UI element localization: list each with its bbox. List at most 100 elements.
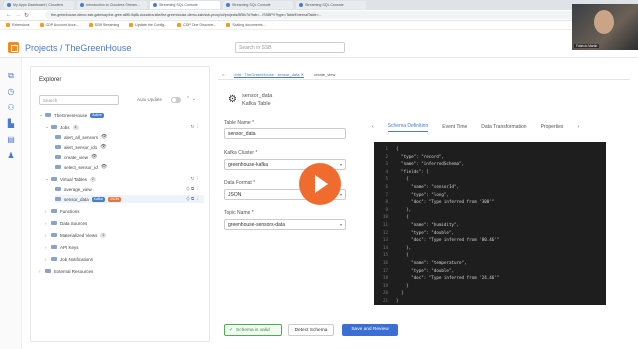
code-text: "fields": [ bbox=[396, 168, 429, 174]
chevron-right-icon: › bbox=[45, 208, 47, 214]
code-line: 12 "type": "double", bbox=[374, 230, 606, 238]
code-line: 14 }, bbox=[374, 245, 606, 253]
schema-code-editor[interactable]: 1{2 "type": "record", 3 "name": "inferred… bbox=[374, 142, 606, 305]
expand-collapse-arrows[interactable]: ⌃ ⌄ bbox=[186, 96, 196, 102]
code-line: 3 "name": "inferredSchema", bbox=[374, 161, 606, 169]
eye-icon[interactable]: 👁 bbox=[91, 154, 97, 160]
tree-node-job[interactable]: select_sensor_id 👁 bbox=[55, 163, 107, 171]
bookmark-item[interactable]: CDP One Discover... bbox=[177, 23, 216, 27]
chevron-down-icon: ▾ bbox=[339, 162, 342, 167]
explorer-search-input[interactable]: Search bbox=[39, 95, 119, 105]
video-play-button[interactable] bbox=[299, 163, 341, 205]
tree-node-table-selected[interactable]: sensor_data Kafka JSON ⟨⟩ ⧉ ⋮ bbox=[55, 195, 204, 203]
explorer-title: Explorer bbox=[39, 77, 62, 83]
code-line: 8 "doc": "Type inferred from '300'" bbox=[374, 199, 606, 207]
table-actions[interactable]: ⟨⟩ ⧉ ⋮ bbox=[186, 186, 200, 192]
favicon-icon bbox=[7, 3, 11, 7]
code-line: 19 } bbox=[374, 283, 606, 291]
editor-tab-strip: ⌂ edit · TheGreenHouse · sensor_data ✕ c… bbox=[218, 70, 630, 80]
bookmark-item[interactable]: Extensions bbox=[6, 23, 30, 27]
refresh-icon[interactable]: ↻ ⋮ bbox=[190, 124, 200, 130]
tree-node-functions[interactable]: › Functions bbox=[45, 207, 80, 215]
back-arrow-icon[interactable]: ← bbox=[6, 12, 12, 18]
topic-name-select[interactable]: greenhouse-sensors-data ▾ bbox=[224, 219, 346, 230]
browser-tab[interactable]: Streaming SQL Console bbox=[296, 1, 366, 9]
tree-node-job-notifications[interactable]: › Job Notifications bbox=[45, 255, 93, 263]
favicon-icon bbox=[299, 3, 303, 7]
tree-node-table[interactable]: average_view ⟨⟩ ⧉ ⋮ bbox=[55, 185, 204, 193]
folder-icon bbox=[45, 113, 51, 117]
webcam-overlay: Fabricio Martín bbox=[572, 4, 638, 50]
page-title[interactable]: Projects / TheGreenHouse bbox=[25, 43, 235, 53]
browser-tab[interactable]: My Apps Dashboard | Cloudera bbox=[4, 1, 74, 9]
tab-event-time[interactable]: Event Time bbox=[442, 124, 467, 130]
tree-node-data-sources[interactable]: › Data Sources bbox=[45, 219, 87, 227]
browser-tab[interactable]: Introduction to Cloudera Stream... bbox=[77, 1, 147, 9]
tree-node-jobs[interactable]: ⌄ Jobs 4 ↻ ⋮ bbox=[45, 123, 204, 131]
tab-properties[interactable]: Properties bbox=[541, 124, 564, 130]
save-and-review-button[interactable]: Save and Review bbox=[342, 324, 398, 336]
tab-data-transformation[interactable]: Data Transformation bbox=[481, 124, 526, 130]
tab-schema-definition[interactable]: Schema Definition bbox=[387, 123, 429, 132]
chevron-left-icon[interactable]: ‹ bbox=[372, 124, 374, 130]
tree-node-materialized-views[interactable]: › Materialized Views 2 bbox=[45, 231, 107, 239]
chevron-right-icon: › bbox=[45, 220, 47, 226]
explorer-icon[interactable]: ⧉ bbox=[6, 72, 16, 80]
chevron-down-icon: ▾ bbox=[339, 222, 342, 227]
browser-tab[interactable]: Streaming SQL Console bbox=[223, 1, 293, 9]
bookmark-item[interactable]: Scaling documents... bbox=[226, 23, 266, 27]
bookmark-item[interactable]: SSB Streaming bbox=[88, 23, 119, 27]
editor-tab-sensor-data[interactable]: edit · TheGreenHouse · sensor_data ✕ bbox=[234, 72, 304, 78]
folder-icon bbox=[51, 125, 57, 129]
global-search-input[interactable]: Search in SSB bbox=[235, 42, 345, 53]
line-number: 1 bbox=[385, 146, 388, 151]
chevron-down-icon: ⌄ bbox=[39, 112, 43, 117]
forward-arrow-icon[interactable]: → bbox=[15, 12, 21, 18]
tree-node-project[interactable]: ⌄ TheGreenHouse Active bbox=[39, 111, 104, 119]
eye-icon[interactable]: 👁 bbox=[101, 164, 107, 170]
chevron-down-icon: ⌄ bbox=[45, 124, 49, 129]
close-icon[interactable]: ✕ bbox=[301, 72, 304, 77]
refresh-icon[interactable]: ↻ ⋮ bbox=[190, 176, 200, 182]
tree-node-job[interactable]: alert_all_sensors 👁 bbox=[55, 133, 107, 141]
folder-icon bbox=[51, 257, 57, 261]
reload-icon[interactable]: ↻ bbox=[24, 12, 29, 19]
tree-node-virtual-tables[interactable]: ⌄ Virtual Tables 2 ↻ ⋮ bbox=[45, 175, 204, 183]
code-line: 1{ bbox=[374, 146, 606, 154]
table-actions[interactable]: ⟨⟩ ⧉ ⋮ bbox=[186, 196, 200, 202]
bookmark-item[interactable]: Update the Config... bbox=[129, 23, 167, 27]
code-line: 5 { bbox=[374, 176, 606, 184]
jobs-icon[interactable]: ⚇ bbox=[6, 104, 16, 112]
folder-icon bbox=[45, 269, 51, 273]
eye-icon[interactable]: 👁 bbox=[101, 134, 107, 140]
url-field[interactable]: the-greenhouse-demo-ssb-gateway.the-gree… bbox=[45, 11, 586, 19]
json-badge: JSON bbox=[107, 196, 122, 202]
charts-icon[interactable]: ▙ bbox=[6, 120, 16, 128]
home-icon[interactable]: ⌂ bbox=[222, 72, 224, 77]
code-text: { bbox=[396, 146, 399, 151]
table-name-input[interactable]: sensor_data bbox=[224, 128, 346, 139]
tree-node-external-resources[interactable]: › External Resources bbox=[39, 267, 93, 275]
tree-node-job[interactable]: alert_sensor_id1 👁 bbox=[55, 143, 107, 151]
users-icon[interactable]: ♟ bbox=[6, 152, 16, 160]
browser-tab-bar: My Apps Dashboard | Cloudera Introductio… bbox=[0, 0, 638, 10]
bookmark-item[interactable]: CDP Account Acce... bbox=[39, 23, 79, 27]
editor-tab-create-view[interactable]: create_view bbox=[314, 72, 335, 77]
browser-tab-active[interactable]: Streaming SQL Console bbox=[150, 1, 220, 9]
tree-node-api-keys[interactable]: › API Keys bbox=[45, 243, 79, 251]
history-icon[interactable]: ◷ bbox=[6, 88, 16, 96]
code-text: "type": "double", bbox=[396, 229, 454, 235]
bookmark-icon bbox=[6, 23, 10, 27]
chevron-down-icon: ⌄ bbox=[45, 176, 49, 181]
code-text: "name": "sensorId", bbox=[396, 183, 460, 189]
tree-node-job[interactable]: create_view 👁 bbox=[55, 153, 97, 161]
code-line: 7 "type": "long", bbox=[374, 192, 606, 200]
detect-schema-button[interactable]: Detect Schema bbox=[288, 324, 334, 336]
kafka-badge: Kafka bbox=[91, 196, 105, 202]
eye-icon[interactable]: 👁 bbox=[100, 144, 106, 150]
sources-icon[interactable]: ▤ bbox=[6, 136, 16, 144]
status-badge: Active bbox=[90, 112, 104, 118]
chevron-right-icon[interactable]: › bbox=[577, 124, 579, 130]
left-rail: ⧉ ◷ ⚇ ▙ ▤ ♟ bbox=[0, 58, 22, 349]
auto-update-toggle[interactable] bbox=[171, 97, 181, 103]
